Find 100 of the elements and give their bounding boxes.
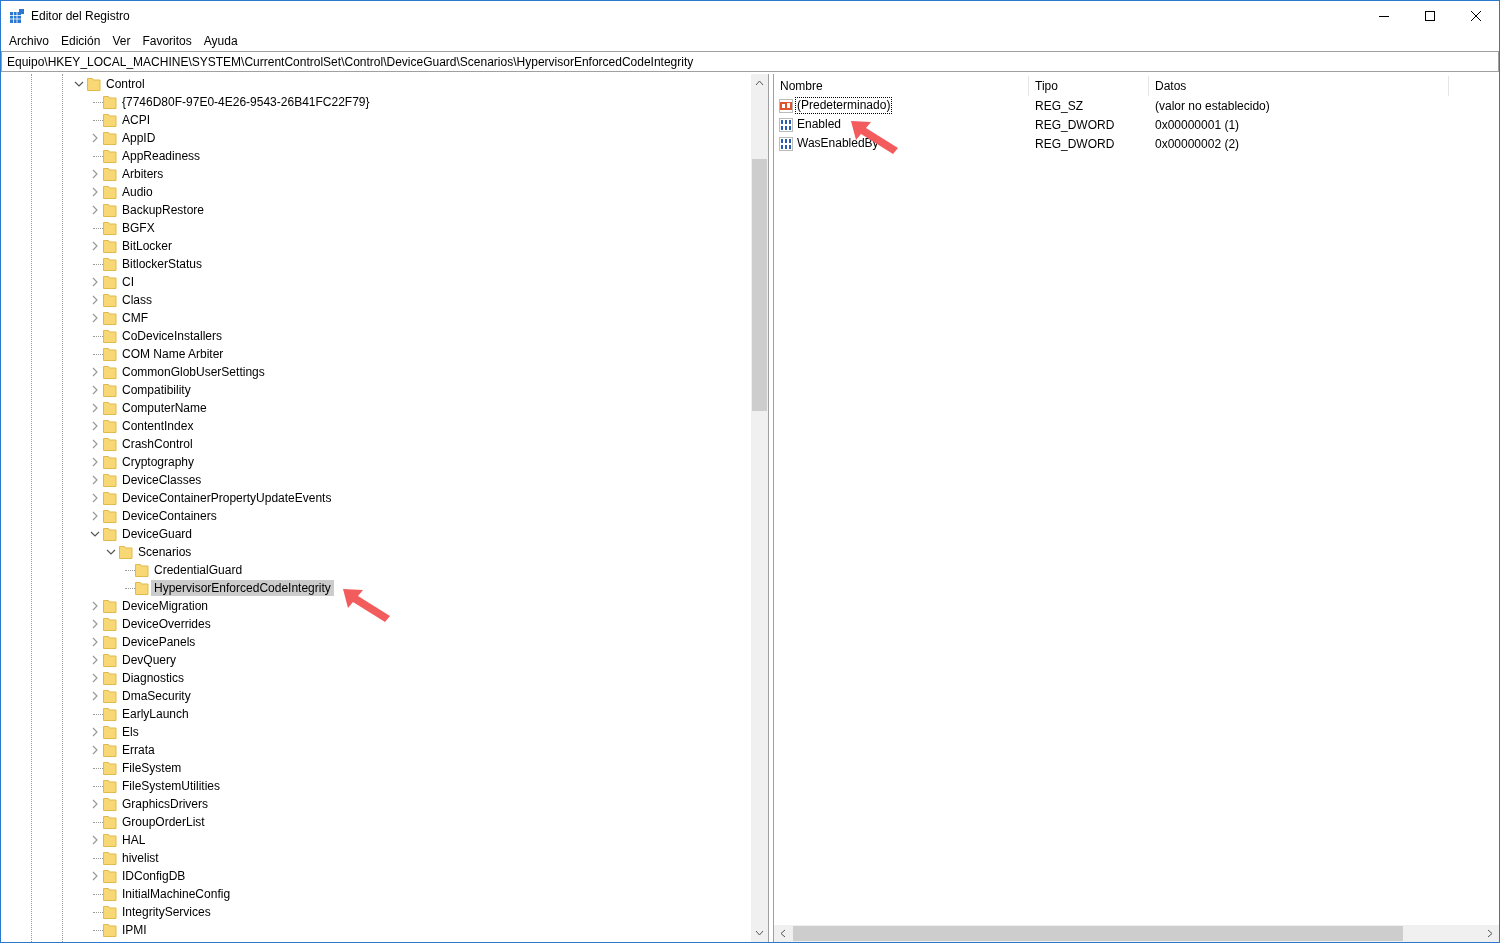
- tree-item[interactable]: CI: [119, 274, 137, 290]
- tree-item[interactable]: HAL: [119, 832, 149, 848]
- chevron-right-icon[interactable]: [92, 403, 98, 413]
- scrollbar-thumb[interactable]: [793, 926, 1403, 941]
- tree-item[interactable]: COM Name Arbiter: [119, 346, 227, 362]
- menu-item[interactable]: Archivo: [3, 31, 55, 51]
- menu-item[interactable]: Ver: [106, 31, 137, 51]
- folder-icon: [103, 95, 117, 109]
- tree-item[interactable]: IDConfigDB: [119, 868, 189, 884]
- tree-item[interactable]: BGFX: [119, 220, 158, 236]
- tree-item[interactable]: ComputerName: [119, 400, 210, 416]
- tree-item[interactable]: DeviceOverrides: [119, 616, 214, 632]
- chevron-right-icon[interactable]: [92, 601, 98, 611]
- tree-item[interactable]: Diagnostics: [119, 670, 188, 686]
- folder-icon: [103, 167, 117, 181]
- chevron-right-icon[interactable]: [92, 277, 98, 287]
- chevron-right-icon[interactable]: [92, 421, 98, 431]
- horizontal-scrollbar[interactable]: [774, 925, 1499, 942]
- chevron-right-icon[interactable]: [92, 385, 98, 395]
- tree-item[interactable]: GraphicsDrivers: [119, 796, 211, 812]
- chevron-right-icon[interactable]: [92, 637, 98, 647]
- tree-item[interactable]: {7746D80F-97E0-4E26-9543-26B41FC22F79}: [119, 94, 373, 110]
- folder-icon: [103, 887, 117, 901]
- column-header[interactable]: Nombre: [774, 76, 1029, 96]
- chevron-right-icon[interactable]: [92, 655, 98, 665]
- value-name[interactable]: (Predeterminado): [795, 97, 893, 114]
- column-header[interactable]: Datos: [1149, 76, 1449, 96]
- tree-item[interactable]: BitlockerStatus: [119, 256, 206, 272]
- tree-item[interactable]: CommonGlobUserSettings: [119, 364, 268, 380]
- vertical-scrollbar[interactable]: [751, 74, 768, 942]
- tree-item[interactable]: CoDeviceInstallers: [119, 328, 226, 344]
- tree-item[interactable]: DeviceClasses: [119, 472, 205, 488]
- chevron-right-icon[interactable]: [92, 511, 98, 521]
- tree-item[interactable]: EarlyLaunch: [119, 706, 192, 722]
- chevron-down-icon[interactable]: [90, 531, 100, 537]
- chevron-down-icon[interactable]: [74, 81, 84, 87]
- chevron-right-icon[interactable]: [92, 691, 98, 701]
- chevron-right-icon[interactable]: [92, 241, 98, 251]
- chevron-right-icon[interactable]: [92, 871, 98, 881]
- chevron-right-icon[interactable]: [92, 187, 98, 197]
- tree-item[interactable]: ACPI: [119, 112, 153, 128]
- tree-item[interactable]: Control: [103, 76, 148, 92]
- chevron-right-icon[interactable]: [92, 205, 98, 215]
- tree-item[interactable]: Cryptography: [119, 454, 198, 470]
- tree-item[interactable]: CredentialGuard: [151, 562, 246, 578]
- address-bar[interactable]: Equipo\HKEY_LOCAL_MACHINE\SYSTEM\CurrentControlSet\Control\DeviceGuard\Scenarios\HypervisorEnforcedCodeIntegrity: [1, 51, 1499, 72]
- value-name[interactable]: WasEnabledBy: [795, 135, 881, 152]
- tree-item[interactable]: Errata: [119, 742, 158, 758]
- chevron-right-icon[interactable]: [92, 439, 98, 449]
- folder-icon: [103, 797, 117, 811]
- chevron-right-icon[interactable]: [92, 493, 98, 503]
- tree-item[interactable]: Els: [119, 724, 142, 740]
- tree-item[interactable]: DeviceContainers: [119, 508, 220, 524]
- chevron-right-icon[interactable]: [92, 457, 98, 467]
- tree-item[interactable]: AppReadiness: [119, 148, 204, 164]
- chevron-down-icon[interactable]: [106, 549, 116, 555]
- tree-item[interactable]: DeviceContainerPropertyUpdateEvents: [119, 490, 335, 506]
- chevron-right-icon[interactable]: [92, 673, 98, 683]
- tree-item[interactable]: CrashControl: [119, 436, 196, 452]
- chevron-right-icon[interactable]: [92, 727, 98, 737]
- chevron-right-icon[interactable]: [92, 619, 98, 629]
- menu-item[interactable]: Ayuda: [197, 31, 244, 51]
- tree-item[interactable]: DevicePanels: [119, 634, 199, 650]
- chevron-right-icon[interactable]: [92, 295, 98, 305]
- tree-item[interactable]: DeviceGuard: [119, 526, 196, 542]
- column-header[interactable]: Tipo: [1029, 76, 1149, 96]
- app-icon: [9, 8, 25, 24]
- value-name[interactable]: Enabled: [795, 116, 844, 133]
- tree-item[interactable]: Class: [119, 292, 155, 308]
- chevron-right-icon[interactable]: [92, 835, 98, 845]
- tree-item[interactable]: GroupOrderList: [119, 814, 208, 830]
- tree-item[interactable]: hivelist: [119, 850, 162, 866]
- tree-item[interactable]: Audio: [119, 184, 156, 200]
- tree-item[interactable]: FileSystemUtilities: [119, 778, 223, 794]
- tree-item[interactable]: Compatibility: [119, 382, 194, 398]
- chevron-right-icon[interactable]: [92, 313, 98, 323]
- tree-item[interactable]: ContentIndex: [119, 418, 197, 434]
- tree-item[interactable]: Scenarios: [135, 544, 195, 560]
- tree-item[interactable]: InitialMachineConfig: [119, 886, 234, 902]
- tree-item[interactable]: DeviceMigration: [119, 598, 212, 614]
- tree-item[interactable]: IntegrityServices: [119, 904, 214, 920]
- tree-item[interactable]: BackupRestore: [119, 202, 208, 218]
- tree-item[interactable]: Arbiters: [119, 166, 167, 182]
- chevron-right-icon[interactable]: [92, 475, 98, 485]
- tree-item[interactable]: IPMI: [119, 922, 150, 938]
- tree-item[interactable]: HypervisorEnforcedCodeIntegrity: [151, 580, 334, 596]
- tree-item[interactable]: DmaSecurity: [119, 688, 194, 704]
- tree-item[interactable]: CMF: [119, 310, 151, 326]
- menu-item[interactable]: Favoritos: [136, 31, 198, 51]
- chevron-right-icon[interactable]: [92, 169, 98, 179]
- tree-item[interactable]: BitLocker: [119, 238, 176, 254]
- tree-item[interactable]: DevQuery: [119, 652, 180, 668]
- chevron-right-icon[interactable]: [92, 133, 98, 143]
- chevron-right-icon[interactable]: [92, 799, 98, 809]
- tree-item[interactable]: AppID: [119, 130, 159, 146]
- chevron-right-icon[interactable]: [92, 745, 98, 755]
- scrollbar-thumb[interactable]: [752, 159, 767, 411]
- chevron-right-icon[interactable]: [92, 367, 98, 377]
- tree-item[interactable]: FileSystem: [119, 760, 185, 776]
- menu-item[interactable]: Edición: [55, 31, 107, 51]
